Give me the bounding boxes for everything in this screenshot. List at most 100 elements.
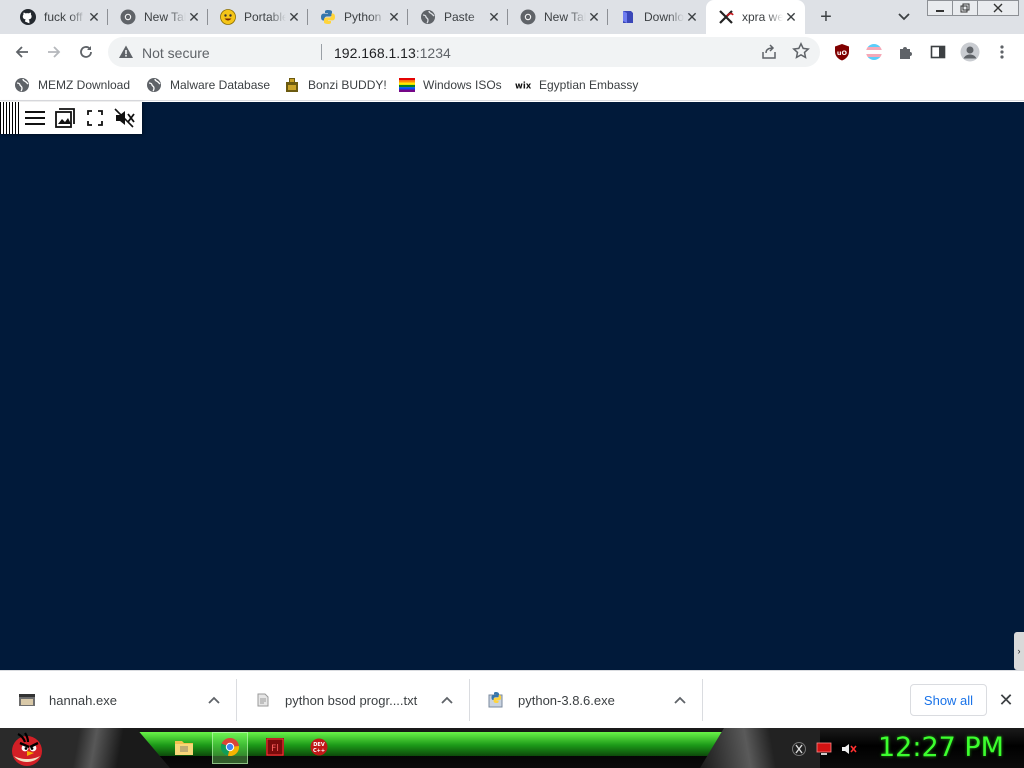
github-icon xyxy=(20,9,36,25)
taskbar-flash[interactable]: Fl xyxy=(257,732,293,764)
not-secure-label[interactable]: Not secure xyxy=(142,45,210,61)
close-icon[interactable]: ✕ xyxy=(286,9,302,25)
download-item[interactable]: python bsod progr....txt xyxy=(236,679,469,721)
hamburger-menu-icon[interactable] xyxy=(20,102,50,134)
taskbar-chrome[interactable] xyxy=(212,732,248,764)
address-bar[interactable]: Not secure 192.168.1.13:1234 xyxy=(108,37,820,67)
window-close-button[interactable] xyxy=(977,0,1019,16)
minimize-button[interactable] xyxy=(927,0,953,16)
python-installer-icon xyxy=(487,691,505,709)
devcpp-icon: DEV C++ xyxy=(310,738,328,759)
tab-github[interactable]: fuck off ✕ xyxy=(8,0,108,34)
download-filename: hannah.exe xyxy=(49,692,117,708)
windows-list-icon[interactable] xyxy=(50,102,80,134)
back-arrow-icon[interactable] xyxy=(10,40,34,64)
kebab-menu-icon[interactable] xyxy=(990,40,1014,64)
forward-arrow-icon[interactable] xyxy=(42,40,66,64)
bookmark-label: MEMZ Download xyxy=(38,78,131,92)
url-text[interactable]: 192.168.1.13:1234 xyxy=(334,45,451,61)
close-icon[interactable]: ✕ xyxy=(783,9,799,25)
url-host: 192.168.1.13 xyxy=(334,45,416,61)
bookmark-label: Bonzi BUDDY! xyxy=(308,78,387,92)
download-item[interactable]: hannah.exe xyxy=(0,679,236,721)
warning-triangle-icon[interactable] xyxy=(118,44,134,63)
tab-title: Portable xyxy=(244,10,286,24)
taskbar-glow xyxy=(60,732,760,756)
download-filename: python-3.8.6.exe xyxy=(518,692,615,708)
bookmark-windows-isos[interactable]: Windows ISOs xyxy=(399,76,502,94)
bookmark-label: Egyptian Embassy xyxy=(539,78,639,92)
new-tab-button[interactable]: + xyxy=(814,5,838,29)
close-icon[interactable]: ✕ xyxy=(186,9,202,25)
trans-flag-extension-icon[interactable] xyxy=(862,40,886,64)
download-item[interactable]: python-3.8.6.exe xyxy=(469,679,702,721)
tray-network-icon[interactable] xyxy=(816,741,832,757)
drag-handle[interactable] xyxy=(0,102,20,134)
globe-icon xyxy=(146,77,162,93)
close-icon[interactable]: ✕ xyxy=(684,9,700,25)
tab-title: Python xyxy=(344,10,382,24)
show-all-button[interactable]: Show all xyxy=(910,684,987,716)
bookmark-memz-download[interactable]: MEMZ Download xyxy=(14,76,130,94)
share-icon[interactable] xyxy=(760,43,778,64)
reload-icon[interactable] xyxy=(74,40,98,64)
svg-text:Fl: Fl xyxy=(271,744,279,754)
svg-text:C++: C++ xyxy=(313,748,325,754)
tab-title: Download xyxy=(644,10,684,24)
url-port: :1234 xyxy=(415,45,451,61)
tab-paste[interactable]: Paste ✕ xyxy=(408,0,508,34)
ublock-icon[interactable]: uO xyxy=(830,40,854,64)
tab-portable[interactable]: Portable ✕ xyxy=(208,0,308,34)
bookmarks-bar: MEMZ Download Malware Database Bonzi BUD… xyxy=(0,70,1024,101)
tab-new-tab-1[interactable]: New Tab ✕ xyxy=(108,0,208,34)
chrome-icon xyxy=(520,9,536,25)
bookmark-star-icon[interactable] xyxy=(792,42,810,63)
svg-text:uO: uO xyxy=(837,49,848,57)
restore-button[interactable] xyxy=(952,0,978,16)
wix-icon: wix xyxy=(515,77,531,93)
tab-download[interactable]: Download ✕ xyxy=(608,0,706,34)
globe-icon xyxy=(14,77,30,93)
download-shelf: hannah.exe python bsod progr....txt pyth… xyxy=(0,670,1024,728)
bookmark-egyptian-embassy[interactable]: wix Egyptian Embassy xyxy=(515,76,638,94)
start-button-angry-bird-icon[interactable] xyxy=(8,730,46,768)
taskbar-devcpp[interactable]: DEV C++ xyxy=(301,732,337,764)
xpra-float-menu xyxy=(0,102,142,134)
chevron-up-icon[interactable] xyxy=(439,692,455,708)
side-panel-icon[interactable] xyxy=(926,40,950,64)
svg-text:wix: wix xyxy=(515,82,531,91)
profile-avatar-icon[interactable] xyxy=(958,40,982,64)
tab-python[interactable]: Python ✕ xyxy=(308,0,408,34)
taskbar-file-explorer[interactable] xyxy=(166,732,202,764)
exe-icon xyxy=(18,691,36,709)
close-icon[interactable]: ✕ xyxy=(486,9,502,25)
speaker-muted-icon[interactable] xyxy=(110,102,140,134)
bookmark-label: Windows ISOs xyxy=(423,78,502,92)
close-icon[interactable]: ✕ xyxy=(996,690,1016,710)
tab-title: xpra web xyxy=(742,10,783,24)
bookmark-label: Malware Database xyxy=(170,78,271,92)
close-icon[interactable]: ✕ xyxy=(86,9,102,25)
xpra-canvas[interactable]: › xyxy=(0,102,1024,670)
tray-volume-muted-icon[interactable] xyxy=(841,741,857,757)
side-panel-toggle[interactable]: › xyxy=(1014,632,1024,670)
tab-title: New Tab xyxy=(144,10,186,24)
xpra-icon xyxy=(718,9,734,25)
bookmark-bonzi-buddy[interactable]: Bonzi BUDDY! xyxy=(284,76,387,94)
taskbar-clock[interactable]: 12:27 PM xyxy=(878,732,1004,763)
download-separator xyxy=(702,679,703,721)
chevron-up-icon[interactable] xyxy=(206,692,222,708)
book-icon xyxy=(620,9,636,25)
close-icon[interactable]: ✕ xyxy=(586,9,602,25)
tray-xpra-icon[interactable] xyxy=(791,741,807,757)
extensions-puzzle-icon[interactable] xyxy=(894,40,918,64)
tab-xpra-active[interactable]: xpra web ✕ xyxy=(706,0,805,34)
chevron-up-icon[interactable] xyxy=(672,692,688,708)
tab-search-chevron-icon[interactable] xyxy=(894,8,914,26)
bookmark-malware-database[interactable]: Malware Database xyxy=(146,76,270,94)
tab-new-tab-2[interactable]: New Tab ✕ xyxy=(508,0,608,34)
fullscreen-icon[interactable] xyxy=(80,102,110,134)
tab-title: New Tab xyxy=(544,10,586,24)
close-icon[interactable]: ✕ xyxy=(386,9,402,25)
bonzi-icon xyxy=(284,77,300,93)
